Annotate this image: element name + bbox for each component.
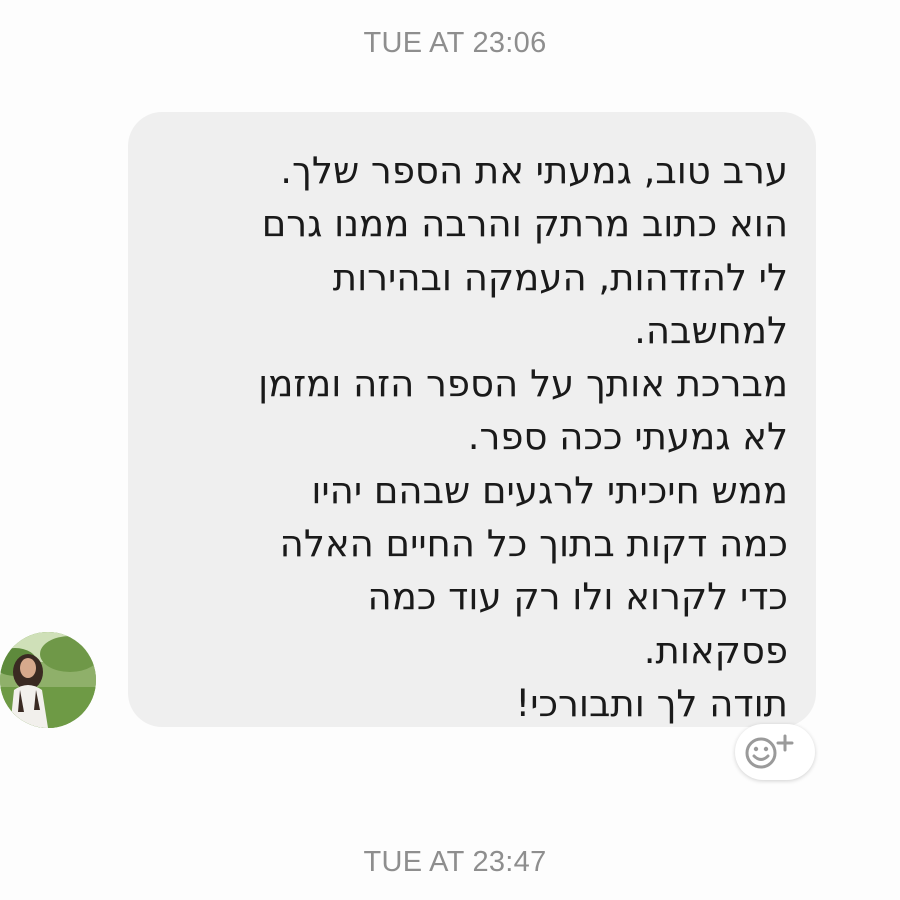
- add-reaction-button[interactable]: [735, 724, 815, 780]
- message-line: פסקאות.: [643, 628, 788, 672]
- timestamp-header: TUE AT 23:47: [363, 846, 547, 878]
- message-line: לי להזדהות, העמקה ובהירות: [332, 255, 788, 299]
- message-line: ערב טוב, גמעתי את הספר שלך.: [280, 149, 788, 192]
- message-line: למחשבה.: [634, 308, 788, 352]
- message-bubble[interactable]: ערב טוב, גמעתי את הספר שלך. הוא כתוב מרת…: [128, 112, 816, 727]
- message-line: תודה לך ותבורכי!: [515, 681, 788, 725]
- avatar-photo-icon: [0, 632, 96, 728]
- message-line: הוא כתוב מרתק והרבה ממנו גרם: [261, 202, 788, 246]
- add-reaction-icon: [745, 734, 794, 769]
- contact-avatar[interactable]: [0, 632, 96, 728]
- message-line: מברכת אותך על הספר הזה ומזמן: [258, 362, 788, 406]
- message-line: כדי לקרוא ולו רק עוד כמה: [367, 575, 788, 619]
- message-thread: TUE AT 23:06 ערב טוב, גמעתי את הספר שלך.…: [0, 0, 900, 900]
- message-line: לא גמעתי ככה ספר.: [467, 415, 788, 459]
- message-line: ממש חיכיתי לרגעים שבהם יהיו: [311, 468, 788, 512]
- message-text: ערב טוב, גמעתי את הספר שלך. הוא כתוב מרת…: [148, 144, 788, 730]
- timestamp-header: TUE AT 23:06: [363, 27, 547, 59]
- message-line: כמה דקות בתוך כל החיים האלה: [279, 522, 788, 566]
